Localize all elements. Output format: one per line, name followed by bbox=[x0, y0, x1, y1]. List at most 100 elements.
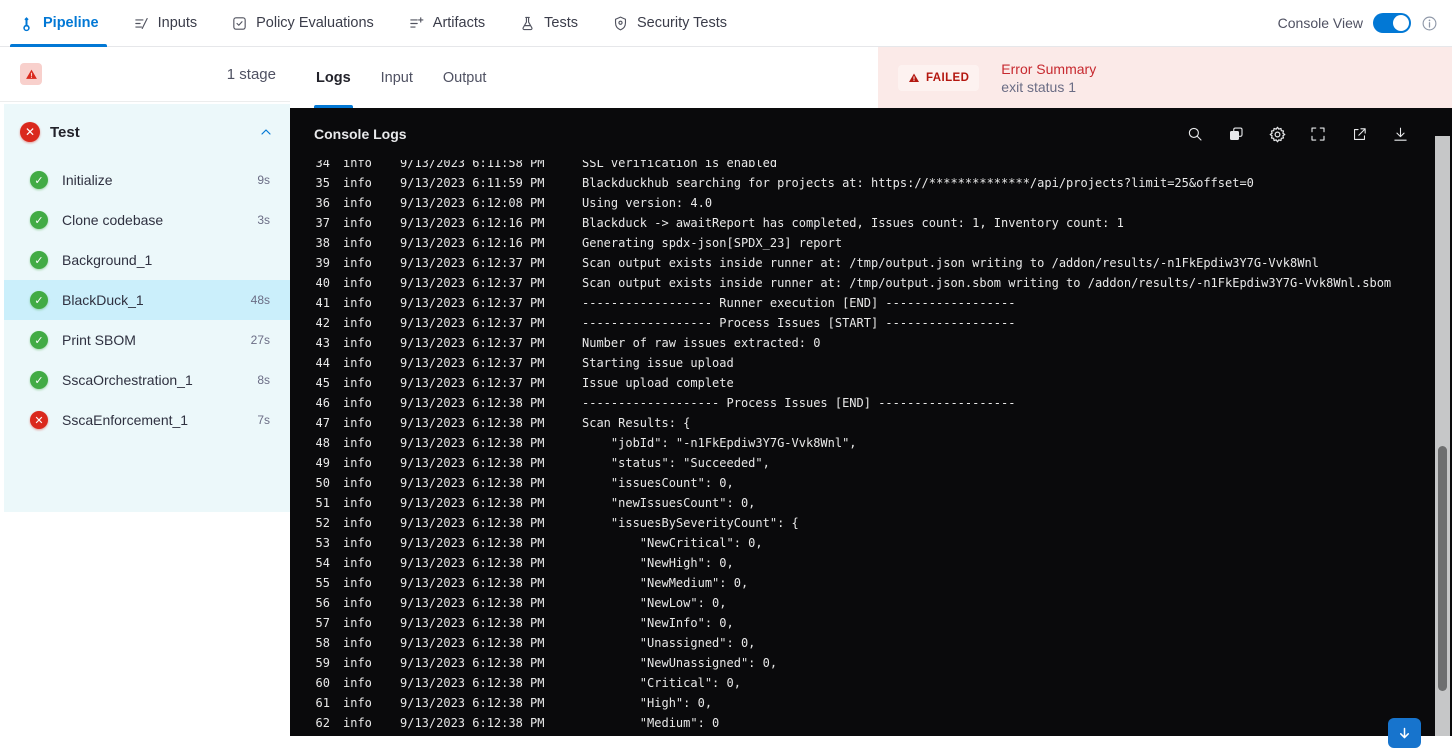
error-summary-title: Error Summary bbox=[1001, 60, 1097, 77]
tab-inputs[interactable]: Inputs bbox=[133, 0, 197, 47]
tab-pipeline-label: Pipeline bbox=[43, 15, 99, 31]
log-message: "NewMedium": 0, bbox=[582, 576, 749, 590]
log-timestamp: 9/13/2023 6:12:38 PM bbox=[400, 596, 545, 610]
log-message: "jobId": "-n1FkEpdiw3Y7G-Vvk8Wnl", bbox=[582, 436, 857, 450]
log-message: "issuesCount": 0, bbox=[582, 476, 734, 490]
tab-input[interactable]: Input bbox=[381, 47, 413, 108]
log-level: info bbox=[343, 176, 372, 190]
log-timestamp: 9/13/2023 6:12:16 PM bbox=[400, 236, 545, 250]
log-line-number: 54 bbox=[315, 556, 330, 570]
fullscreen-icon[interactable] bbox=[1308, 124, 1328, 144]
failed-icon: ✕ bbox=[20, 122, 40, 142]
console-scrollbar[interactable] bbox=[1435, 136, 1450, 736]
log-timestamp: 9/13/2023 6:12:37 PM bbox=[400, 316, 545, 330]
console-view-label: Console View bbox=[1277, 15, 1363, 31]
log-message: "newIssuesCount": 0, bbox=[582, 496, 756, 510]
log-line-number: 39 bbox=[315, 256, 330, 270]
pipeline-icon bbox=[23, 16, 30, 31]
log-line-number: 58 bbox=[315, 636, 330, 650]
stage-count: 1 stage bbox=[226, 65, 276, 83]
log-line-number: 56 bbox=[315, 596, 330, 610]
inputs-icon bbox=[134, 17, 148, 29]
log-timestamp: 9/13/2023 6:12:38 PM bbox=[400, 496, 545, 510]
warning-triangle-icon bbox=[909, 73, 919, 82]
stage-header[interactable]: ✕ Test bbox=[4, 104, 290, 160]
log-line: 36 info 9/13/2023 6:12:08 PM Using versi… bbox=[290, 193, 1430, 213]
open-in-new-icon[interactable] bbox=[1349, 124, 1369, 144]
step-row[interactable]: ✓ Initialize 9s bbox=[4, 160, 290, 200]
log-level: info bbox=[343, 636, 372, 650]
log-message: Starting issue upload bbox=[582, 356, 734, 370]
step-row[interactable]: ✕ SscaEnforcement_1 7s bbox=[4, 400, 290, 440]
log-message: "Medium": 0 bbox=[582, 716, 720, 730]
tab-policy-evaluations[interactable]: Policy Evaluations bbox=[231, 0, 374, 47]
log-line: 44 info 9/13/2023 6:12:37 PM Starting is… bbox=[290, 353, 1430, 373]
log-timestamp: 9/13/2023 6:12:38 PM bbox=[400, 656, 545, 670]
log-line: 40 info 9/13/2023 6:12:37 PM Scan output… bbox=[290, 273, 1430, 293]
tab-artifacts[interactable]: Artifacts bbox=[408, 0, 485, 47]
log-message: "status": "Succeeded", bbox=[582, 456, 770, 470]
log-line-number: 44 bbox=[315, 356, 330, 370]
log-timestamp: 9/13/2023 6:12:38 PM bbox=[400, 456, 545, 470]
steps-list: ✓ Initialize 9s ✓ Clone codebase 3s ✓ Ba… bbox=[4, 160, 290, 440]
step-duration: 48s bbox=[250, 293, 270, 307]
step-row[interactable]: ✓ Background_1 bbox=[4, 240, 290, 280]
step-row[interactable]: ✓ Print SBOM 27s bbox=[4, 320, 290, 360]
info-icon[interactable] bbox=[1421, 15, 1438, 32]
log-level: info bbox=[343, 276, 372, 290]
tab-tests[interactable]: Tests bbox=[519, 0, 578, 47]
tab-artifacts-label: Artifacts bbox=[432, 15, 486, 31]
log-timestamp: 9/13/2023 6:12:38 PM bbox=[400, 556, 545, 570]
log-message: "NewInfo": 0, bbox=[582, 616, 734, 630]
download-icon[interactable] bbox=[1390, 124, 1410, 144]
log-timestamp: 9/13/2023 6:12:16 PM bbox=[400, 216, 545, 230]
step-row[interactable]: ✓ SscaOrchestration_1 8s bbox=[4, 360, 290, 400]
scroll-to-bottom-button[interactable] bbox=[1388, 718, 1421, 748]
log-message: Generating spdx-json[SPDX_23] report bbox=[582, 236, 843, 250]
log-line-number: 40 bbox=[315, 276, 330, 290]
scrollbar-thumb[interactable] bbox=[1438, 446, 1447, 691]
success-icon: ✓ bbox=[30, 211, 48, 229]
log-line: 61 info 9/13/2023 6:12:38 PM "High": 0, bbox=[290, 693, 1430, 713]
tab-logs[interactable]: Logs bbox=[314, 47, 353, 108]
log-line: 47 info 9/13/2023 6:12:38 PM Scan Result… bbox=[290, 413, 1430, 433]
log-timestamp: 9/13/2023 6:12:38 PM bbox=[400, 676, 545, 690]
log-level: info bbox=[343, 516, 372, 530]
search-icon[interactable] bbox=[1185, 124, 1205, 144]
warning-triangle-icon bbox=[25, 69, 37, 79]
log-level: info bbox=[343, 596, 372, 610]
log-timestamp: 9/13/2023 6:12:37 PM bbox=[400, 296, 545, 310]
log-line: 46 info 9/13/2023 6:12:38 PM -----------… bbox=[290, 393, 1430, 413]
tab-output[interactable]: Output bbox=[443, 47, 487, 108]
chevron-up-icon[interactable] bbox=[258, 124, 274, 140]
tab-security-tests[interactable]: Security Tests bbox=[612, 0, 727, 47]
log-message: SSL verification is enabled bbox=[582, 160, 778, 170]
log-line-number: 43 bbox=[315, 336, 330, 350]
copy-icon[interactable] bbox=[1226, 124, 1246, 144]
log-line-number: 57 bbox=[315, 616, 330, 630]
settings-icon[interactable] bbox=[1267, 124, 1287, 144]
log-line: 52 info 9/13/2023 6:12:38 PM "issuesBySe… bbox=[290, 513, 1430, 533]
error-summary-message: exit status 1 bbox=[1001, 78, 1076, 95]
pipeline-warning-badge[interactable] bbox=[20, 63, 42, 85]
log-line-number: 37 bbox=[315, 216, 330, 230]
log-line: 39 info 9/13/2023 6:12:37 PM Scan output… bbox=[290, 253, 1430, 273]
log-level: info bbox=[343, 716, 372, 730]
log-message: Using version: 4.0 bbox=[582, 196, 713, 210]
log-line-number: 61 bbox=[315, 696, 330, 710]
step-row[interactable]: ✓ BlackDuck_1 48s bbox=[4, 280, 290, 320]
log-line: 62 info 9/13/2023 6:12:38 PM "Medium": 0 bbox=[290, 713, 1430, 733]
log-line-number: 60 bbox=[315, 676, 330, 690]
log-message: "NewCritical": 0, bbox=[582, 536, 763, 550]
log-viewport[interactable]: 34 info 9/13/2023 6:11:58 PM SSL verific… bbox=[290, 160, 1430, 736]
tab-pipeline[interactable]: Pipeline bbox=[10, 0, 107, 47]
step-name: SscaEnforcement_1 bbox=[62, 412, 189, 428]
console-view-toggle[interactable] bbox=[1373, 13, 1411, 33]
step-row[interactable]: ✓ Clone codebase 3s bbox=[4, 200, 290, 240]
step-detail-header: Logs Input Output FAILED Error Summary e… bbox=[290, 47, 1452, 108]
log-message: Scan Results: { bbox=[582, 416, 691, 430]
stage-name: Test bbox=[50, 123, 80, 141]
log-line-number: 55 bbox=[315, 576, 330, 590]
success-icon: ✓ bbox=[30, 171, 48, 189]
log-line-number: 52 bbox=[315, 516, 330, 530]
